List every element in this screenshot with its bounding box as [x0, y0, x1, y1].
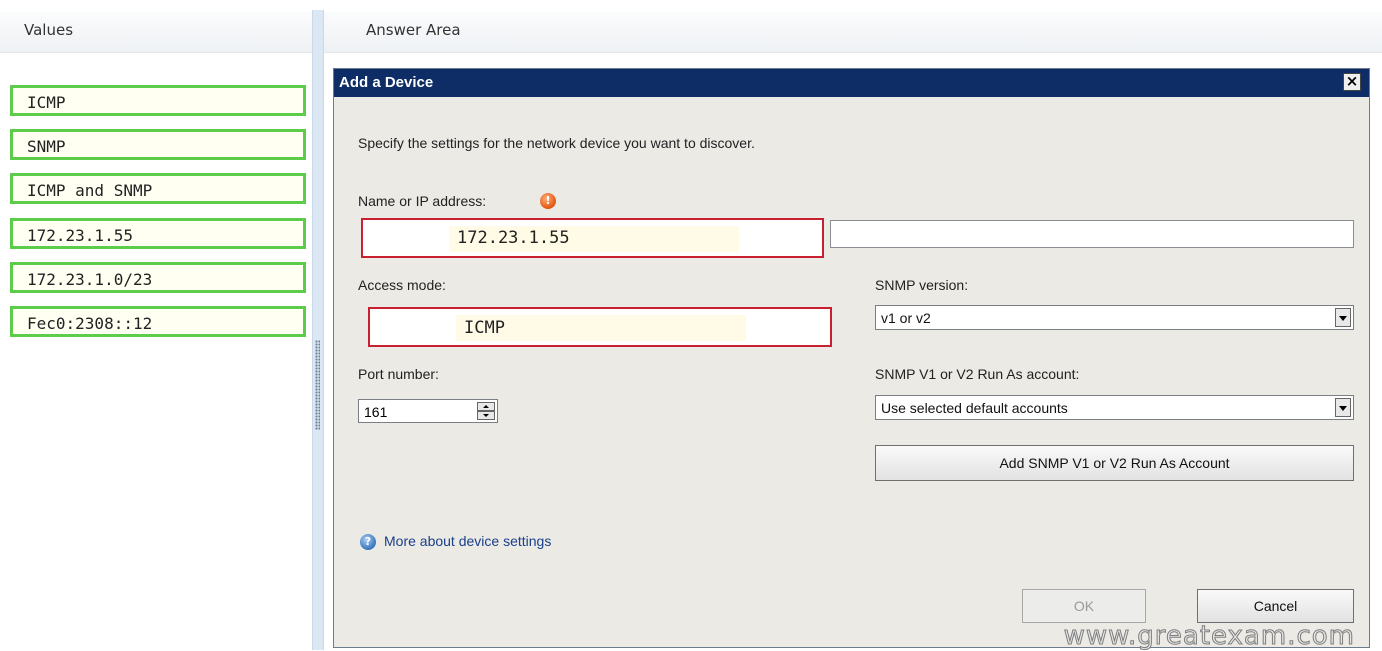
help-icon: ?: [360, 534, 376, 550]
ok-button[interactable]: OK: [1022, 589, 1146, 623]
name-ip-label: Name or IP address:: [358, 193, 487, 209]
panel-splitter[interactable]: [312, 10, 324, 650]
more-about-device-settings-link[interactable]: More about device settings: [384, 533, 551, 549]
snmp-version-value: v1 or v2: [881, 310, 931, 326]
answer-area-label: Answer Area: [366, 21, 461, 39]
port-number-label: Port number:: [358, 366, 439, 382]
value-tile-ip-address[interactable]: 172.23.1.55: [10, 218, 306, 249]
snmp-version-select[interactable]: v1 or v2: [875, 305, 1354, 330]
spin-up-icon[interactable]: [477, 402, 495, 411]
splitter-grip[interactable]: [315, 340, 320, 430]
add-device-dialog: Add a Device × Specify the settings for …: [333, 68, 1370, 651]
name-ip-answer-target[interactable]: 172.23.1.55: [361, 218, 824, 258]
value-tile-snmp[interactable]: SNMP: [10, 129, 306, 160]
warning-icon: !: [540, 193, 556, 209]
access-mode-label: Access mode:: [358, 277, 446, 293]
port-number-stepper[interactable]: 161: [358, 399, 498, 423]
values-panel: Values ICMP SNMP ICMP and SNMP 172.23.1.…: [0, 0, 312, 650]
spin-down-icon[interactable]: [477, 411, 495, 420]
watermark: www.greatexam.com: [1063, 621, 1355, 651]
chevron-down-icon[interactable]: [1335, 398, 1351, 417]
chevron-down-icon[interactable]: [1335, 308, 1351, 327]
run-as-account-label: SNMP V1 or V2 Run As account:: [875, 366, 1080, 382]
answer-area-header: Answer Area: [324, 12, 1382, 53]
dialog-titlebar: Add a Device ×: [334, 69, 1369, 97]
run-as-account-value: Use selected default accounts: [881, 400, 1068, 416]
cancel-button[interactable]: Cancel: [1197, 589, 1354, 623]
add-run-as-account-button[interactable]: Add SNMP V1 or V2 Run As Account: [875, 445, 1354, 481]
name-ip-answer-value[interactable]: 172.23.1.55: [449, 226, 739, 252]
values-header-label: Values: [24, 21, 74, 39]
name-ip-textbox-extension[interactable]: [830, 220, 1354, 248]
value-tile-icmp[interactable]: ICMP: [10, 85, 306, 116]
dialog-title: Add a Device: [339, 74, 434, 91]
close-icon[interactable]: ×: [1343, 73, 1361, 91]
value-tile-ipv6[interactable]: Fec0:2308::12: [10, 306, 306, 337]
port-number-value: 161: [364, 404, 388, 420]
values-header: Values: [0, 12, 312, 53]
value-tile-subnet[interactable]: 172.23.1.0/23: [10, 262, 306, 293]
run-as-account-select[interactable]: Use selected default accounts: [875, 395, 1354, 420]
snmp-version-label: SNMP version:: [875, 277, 969, 293]
dialog-instruction: Specify the settings for the network dev…: [358, 135, 755, 151]
value-tile-icmp-and-snmp[interactable]: ICMP and SNMP: [10, 173, 306, 204]
access-mode-answer-target[interactable]: ICMP: [368, 307, 832, 347]
access-mode-answer-value[interactable]: ICMP: [456, 315, 746, 341]
